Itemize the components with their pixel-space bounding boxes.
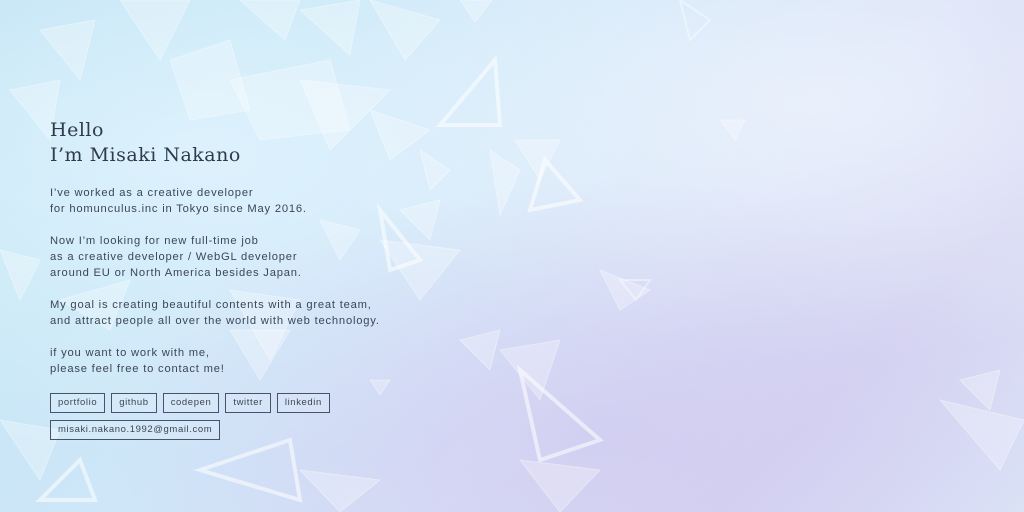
text-line: as a creative developer / WebGL develope… xyxy=(50,251,298,263)
intro-section: Hello I’m Misaki Nakano I’ve worked as a… xyxy=(50,118,410,447)
title-line-name: I’m Misaki Nakano xyxy=(50,144,241,166)
linkedin-link[interactable]: linkedin xyxy=(276,393,330,413)
twitter-link[interactable]: twitter xyxy=(225,393,271,413)
email-row: misaki.nakano.1992@gmail.com xyxy=(50,420,410,440)
email-link[interactable]: misaki.nakano.1992@gmail.com xyxy=(50,420,221,440)
github-link[interactable]: github xyxy=(111,393,157,413)
text-line: please feel free to contact me! xyxy=(50,363,225,375)
job-search-paragraph: Now I’m looking for new full-time job as… xyxy=(50,233,410,281)
text-line: around EU or North America besides Japan… xyxy=(50,267,302,279)
text-line: Now I’m looking for new full-time job xyxy=(50,235,259,247)
text-line: if you want to work with me, xyxy=(50,347,210,359)
social-links: portfolio github codepen twitter linkedi… xyxy=(50,393,410,440)
links-row: portfolio github codepen twitter linkedi… xyxy=(50,393,410,413)
portfolio-link[interactable]: portfolio xyxy=(50,393,106,413)
page-title: Hello I’m Misaki Nakano xyxy=(50,118,410,168)
text-line: My goal is creating beautiful contents w… xyxy=(50,299,372,311)
text-line: and attract people all over the world wi… xyxy=(50,315,380,327)
goal-paragraph: My goal is creating beautiful contents w… xyxy=(50,297,410,329)
intro-paragraph: I’ve worked as a creative developer for … xyxy=(50,185,410,217)
text-line: for homunculus.inc in Tokyo since May 20… xyxy=(50,203,307,215)
text-line: I’ve worked as a creative developer xyxy=(50,187,254,199)
contact-paragraph: if you want to work with me, please feel… xyxy=(50,345,410,377)
codepen-link[interactable]: codepen xyxy=(162,393,220,413)
title-line-hello: Hello xyxy=(50,119,104,141)
